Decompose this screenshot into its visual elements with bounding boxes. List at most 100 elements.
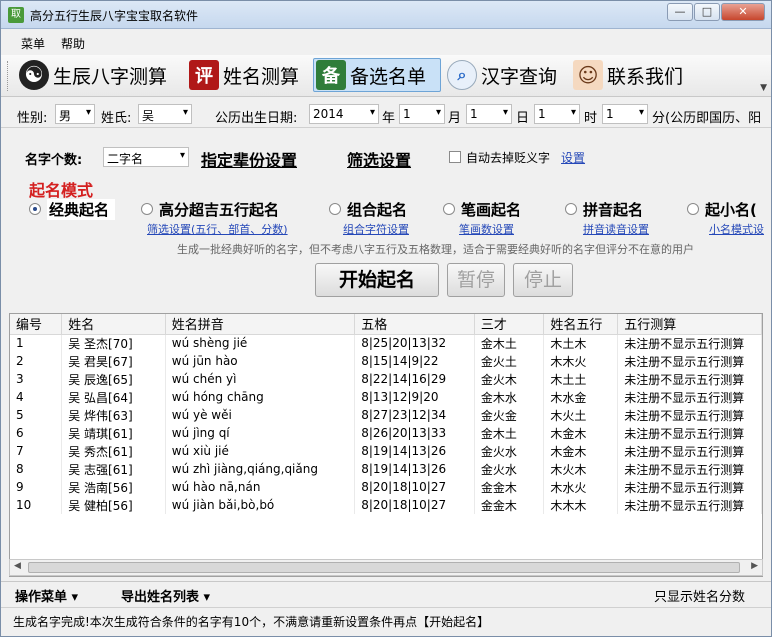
table-horizontal-scrollbar[interactable]: ◀ ▶ [9, 559, 763, 576]
mode-pinyin-radio[interactable] [565, 203, 577, 215]
col-header-name[interactable]: 姓名 [61, 314, 166, 335]
cell-sancai: 金火水 [474, 442, 545, 460]
month-select[interactable]: 1 [399, 104, 445, 124]
cell-wuge: 8|25|20|13|32 [354, 334, 475, 352]
table-row[interactable]: 8吴 志强[61] wú zhì jiàng,qiáng,qiǎng 8|19|14… [10, 460, 762, 478]
hour-unit: 时 [584, 111, 598, 126]
operations-menu-button[interactable]: 操作菜单 ▾ [15, 586, 78, 605]
table-row[interactable]: 4吴 弘昌[64] wú hóng chāng 8|13|12|9|20 金木水 木水金… [10, 388, 762, 406]
cell-wuge: 8|27|23|12|34 [354, 406, 475, 424]
day-select[interactable]: 1 [466, 104, 512, 124]
surname-value: 吴 [142, 109, 155, 123]
col-header-pinyin[interactable]: 姓名拼音 [165, 314, 356, 335]
window-controls: — □ ✕ [666, 3, 765, 21]
stop-button[interactable]: 停止 [513, 263, 573, 297]
cell-pinyin: wú jiàn bǎi,bò,bó [165, 496, 356, 514]
auto-remove-settings-link[interactable]: 设置 [561, 149, 585, 166]
show-score-only-label[interactable]: 只显示姓名分数 [654, 586, 745, 605]
maximize-button[interactable]: □ [694, 3, 720, 21]
auto-remove-checkbox[interactable] [449, 151, 461, 163]
col-header-sancai[interactable]: 三才 [474, 314, 545, 335]
start-naming-button[interactable]: 开始起名 [315, 263, 439, 297]
mode-nickname-label[interactable]: 起小名( [705, 199, 757, 220]
tool-name-test-label: 姓名测算 [223, 65, 300, 88]
minute-value: 1 [606, 107, 614, 121]
cell-pinyin: wú zhì jiàng,qiáng,qiǎng [165, 460, 356, 478]
name-length-select[interactable]: 二字名 [103, 147, 189, 167]
cell-id: 9 [10, 478, 63, 496]
export-names-menu-button[interactable]: 导出姓名列表 ▾ [121, 586, 210, 605]
toolbar-scroll-icon[interactable]: ▼ [760, 83, 767, 93]
surname-input[interactable]: 吴 [138, 104, 192, 124]
tool-candidates-button[interactable]: 备 备选名单 [313, 58, 441, 92]
cell-sancai: 金木水 [474, 388, 545, 406]
tool-bazi-button[interactable]: ☯ 生辰八字测算 [17, 58, 183, 92]
cell-name-wuxing: 木土土 [543, 370, 619, 388]
contact-avatar-icon: ☺ [573, 60, 603, 90]
cell-wuge: 8|19|14|13|26 [354, 460, 475, 478]
mode-stroke-label[interactable]: 笔画起名 [461, 199, 521, 220]
tool-contact-label: 联系我们 [607, 65, 684, 88]
cell-sancai: 金金木 [474, 478, 545, 496]
mode-combo-sub-link[interactable]: 组合字符设置 [343, 221, 409, 237]
scrollbar-thumb[interactable] [28, 562, 740, 573]
mode-wuxing-sub-link[interactable]: 筛选设置(五行、部首、分数) [147, 221, 288, 237]
table-row[interactable]: 2吴 君昊[67] wú jūn hào 8|15|14|9|22 金火土 木木火 未注册… [10, 352, 762, 370]
hour-select[interactable]: 1 [534, 104, 580, 124]
mode-classic-radio[interactable] [29, 203, 41, 215]
scroll-right-icon[interactable]: ▶ [751, 561, 758, 571]
minimize-button[interactable]: — [667, 3, 693, 21]
mode-combo-label[interactable]: 组合起名 [347, 199, 407, 220]
mode-stroke-radio[interactable] [443, 203, 455, 215]
close-button[interactable]: ✕ [721, 3, 765, 21]
cell-wuxing-test: 未注册不显示五行测算 [617, 496, 762, 514]
results-table: 编号 姓名 姓名拼音 五格 三才 姓名五行 五行测算 1吴 圣杰[70] wú s… [9, 313, 763, 577]
table-row[interactable]: 1吴 圣杰[70] wú shèng jié 8|25|20|13|32 金木土 木土木… [10, 334, 762, 352]
mode-nickname-radio[interactable] [687, 203, 699, 215]
table-row[interactable]: 10 吴 健柏[56] wú jiàn bǎi,bò,bó 8|20|18|10|27… [10, 496, 762, 514]
pause-button[interactable]: 暂停 [447, 263, 505, 297]
hour-value: 1 [538, 107, 546, 121]
table-row[interactable]: 6吴 靖琪[61] wú jìng qí 8|26|20|13|33 金木土 木金木 未注… [10, 424, 762, 442]
col-header-wuxing-test[interactable]: 五行测算 [617, 314, 762, 335]
mode-stroke-sub-link[interactable]: 笔画数设置 [459, 221, 514, 237]
mode-nickname-sub-link[interactable]: 小名模式设 [709, 221, 764, 237]
table-row[interactable]: 7吴 秀杰[61] wú xiù jié 8|19|14|13|26 金火水 木金木 未注… [10, 442, 762, 460]
col-header-name-wuxing[interactable]: 姓名五行 [543, 314, 619, 335]
generation-settings-link[interactable]: 指定辈份设置 [201, 147, 297, 171]
mode-hint-text: 生成一批经典好听的名字，但不考虑八字五行及五格数理，适合于需要经典好听的名字但评… [177, 243, 694, 256]
cell-name: 吴 健柏[56] [61, 496, 166, 514]
mode-pinyin-sub-link[interactable]: 拼音读音设置 [583, 221, 649, 237]
minute-select[interactable]: 1 [602, 104, 648, 124]
table-row[interactable]: 9吴 浩南[56] wú hào nā,nán 8|20|18|10|27 金金木 木水… [10, 478, 762, 496]
mode-pinyin-label[interactable]: 拼音起名 [583, 199, 643, 220]
year-select[interactable]: 2014 [309, 104, 379, 124]
cell-sancai: 金木土 [474, 424, 545, 442]
menu-main[interactable]: 菜单 [21, 35, 45, 52]
tool-hanzi-button[interactable]: ⌕ 汉字查询 [445, 58, 565, 92]
cell-name: 吴 浩南[56] [61, 478, 166, 496]
operations-dropdown-icon: ▾ [71, 590, 79, 605]
export-dropdown-icon: ▾ [203, 590, 211, 605]
export-names-label: 导出姓名列表 [121, 590, 200, 605]
mode-combo-radio[interactable] [329, 203, 341, 215]
menu-help[interactable]: 帮助 [61, 35, 85, 52]
table-row[interactable]: 5吴 烨伟[63] wú yè wěi 8|27|23|12|34 金火金 木火土 未注册… [10, 406, 762, 424]
cell-wuxing-test: 未注册不显示五行测算 [617, 478, 762, 496]
tool-contact-button[interactable]: ☺ 联系我们 [571, 58, 693, 92]
cell-name-wuxing: 木木火 [543, 352, 619, 370]
tool-name-test-button[interactable]: 评 姓名测算 [187, 58, 309, 92]
cell-wuge: 8|22|14|16|29 [354, 370, 475, 388]
mode-wuxing-radio[interactable] [141, 203, 153, 215]
cell-wuxing-test: 未注册不显示五行测算 [617, 460, 762, 478]
table-row[interactable]: 3吴 辰逸[65] wú chén yì 8|22|14|16|29 金火木 木土土 未注… [10, 370, 762, 388]
col-header-wuge[interactable]: 五格 [354, 314, 475, 335]
mode-wuxing-label[interactable]: 高分超吉五行起名 [159, 199, 279, 220]
col-header-id[interactable]: 编号 [10, 314, 63, 335]
filter-settings-link[interactable]: 筛选设置 [347, 147, 411, 171]
mode-classic-label[interactable]: 经典起名 [47, 199, 116, 220]
cell-pinyin: wú hào nā,nán [165, 478, 356, 496]
gender-select[interactable]: 男 [55, 104, 95, 124]
cell-wuxing-test: 未注册不显示五行测算 [617, 442, 762, 460]
scroll-left-icon[interactable]: ◀ [14, 561, 21, 571]
